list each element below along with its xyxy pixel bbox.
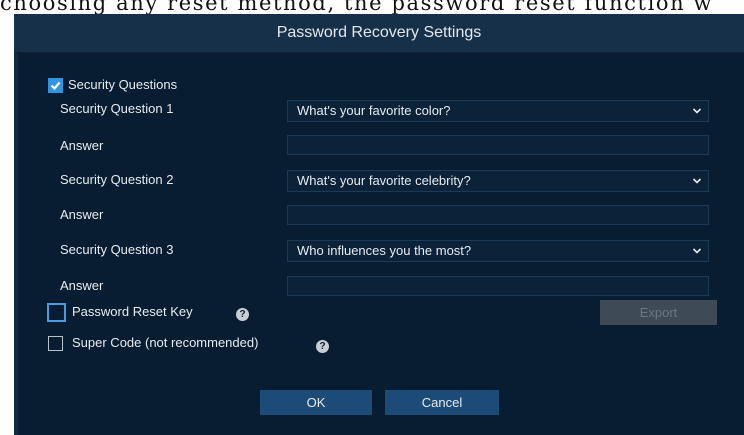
security-question-2-label: Security Question 2 [60, 172, 174, 187]
cancel-button[interactable]: Cancel [385, 390, 499, 415]
answer-1-label: Answer [60, 138, 104, 153]
security-question-2-select[interactable]: What's your favorite celebrity? [287, 170, 709, 192]
checkmark-icon [50, 81, 61, 91]
password-reset-key-label: Password Reset Key [72, 304, 193, 319]
page: choosing any reset method, the password … [0, 0, 744, 435]
dialog-title: Password Recovery Settings [14, 14, 744, 53]
password-reset-key-checkbox[interactable] [47, 303, 66, 322]
chevron-down-icon [692, 108, 702, 114]
security-question-1-label: Security Question 1 [60, 101, 174, 116]
security-question-3-label: Security Question 3 [60, 242, 174, 257]
answer-1-input[interactable] [287, 135, 709, 155]
security-question-3-value: Who influences you the most? [297, 243, 472, 258]
chevron-down-icon [692, 178, 702, 184]
security-question-3-select[interactable]: Who influences you the most? [287, 240, 709, 262]
document-text-strip: choosing any reset method, the password … [0, 0, 714, 15]
security-question-1-value: What's your favorite color? [297, 103, 451, 118]
security-question-1-select[interactable]: What's your favorite color? [287, 100, 709, 122]
answer-3-label: Answer [60, 278, 104, 293]
answer-2-label: Answer [60, 207, 104, 222]
dialog-edge [14, 14, 18, 435]
help-icon[interactable]: ? [236, 308, 249, 321]
security-questions-label: Security Questions [68, 77, 178, 92]
answer-3-input[interactable] [287, 276, 709, 296]
super-code-checkbox[interactable] [48, 336, 63, 351]
password-recovery-dialog: Password Recovery Settings Security Ques… [14, 14, 744, 435]
answer-2-input[interactable] [287, 205, 709, 225]
ok-button[interactable]: OK [260, 390, 372, 415]
export-button[interactable]: Export [600, 300, 717, 325]
help-icon[interactable]: ? [316, 340, 329, 353]
security-questions-checkbox[interactable] [48, 78, 63, 93]
super-code-label: Super Code (not recommended) [72, 335, 259, 350]
chevron-down-icon [692, 248, 702, 254]
security-question-2-value: What's your favorite celebrity? [297, 173, 471, 188]
